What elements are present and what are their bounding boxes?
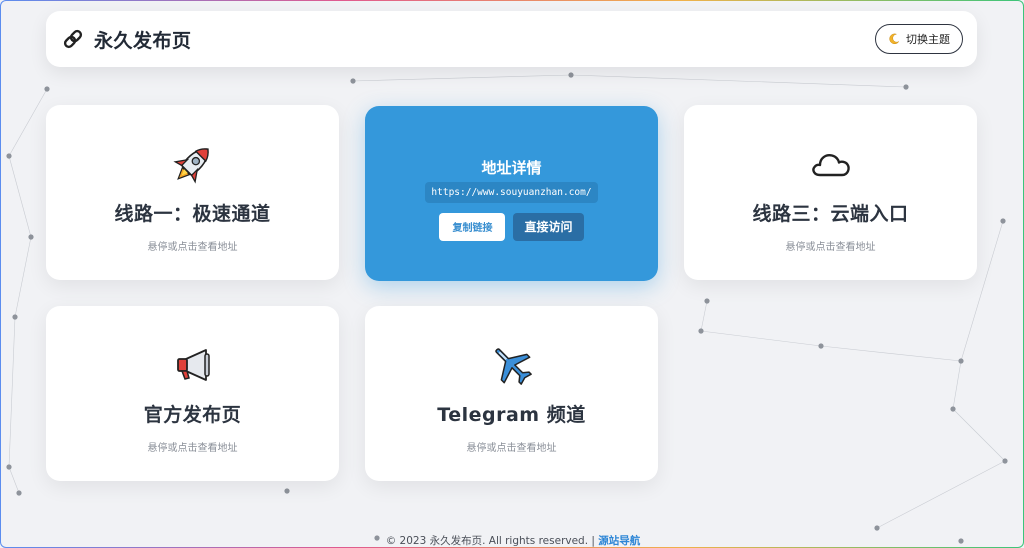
particle-dot: [704, 298, 710, 304]
footer-copyright: © 2023 永久发布页. All rights reserved. |: [385, 535, 595, 547]
particle-dot: [6, 464, 12, 470]
card-title: Telegram 频道: [437, 404, 586, 426]
particle-link: [820, 345, 962, 362]
particle-dot: [16, 490, 22, 496]
particle-link: [352, 74, 572, 82]
particle-dot: [12, 314, 18, 320]
particle-dot: [44, 86, 50, 92]
card-hint: 悬停或点击查看地址: [147, 242, 238, 253]
copy-link-button[interactable]: 复制链接: [439, 212, 506, 241]
link-icon: [63, 29, 83, 49]
particle-dot: [818, 343, 824, 349]
particle-link: [700, 300, 708, 332]
particle-dot: [874, 525, 880, 531]
theme-toggle-button[interactable]: 切换主题: [875, 24, 963, 54]
particle-dot: [284, 488, 290, 494]
brand: 永久发布页: [62, 26, 192, 53]
card-title: 线路三：云端入口: [752, 203, 909, 225]
particle-link: [570, 74, 907, 88]
particle-dot: [1000, 218, 1006, 224]
particle-link: [8, 466, 20, 494]
moon-icon: [889, 33, 900, 45]
particle-dot: [698, 328, 704, 334]
particle-dot: [568, 72, 574, 78]
cloud-icon: [811, 153, 850, 177]
route-card-2-detail[interactable]: 地址详情 https://www.souyuanzhan.com/ 复制链接 直…: [365, 106, 658, 281]
page-title: 永久发布页: [94, 29, 192, 52]
card-actions: 复制链接 直接访问: [439, 212, 584, 241]
route-card-4[interactable]: 官方发布页 悬停或点击查看地址: [46, 306, 339, 481]
card-title: 官方发布页: [143, 404, 242, 426]
route-card-1[interactable]: 线路一：极速通道 悬停或点击查看地址: [46, 105, 339, 280]
rocket-icon: [172, 148, 209, 184]
route-card-3[interactable]: 线路三：云端入口 悬停或点击查看地址: [684, 105, 977, 280]
visit-button[interactable]: 直接访问: [513, 212, 584, 241]
particle-link: [8, 316, 16, 468]
page-frame: 永久发布页 切换主题 线路一：极速通道 悬停或点击查看地址 地址详情 https…: [0, 0, 1024, 548]
particle-dot: [1002, 458, 1008, 464]
particle-link: [8, 155, 32, 238]
detail-title: 地址详情: [481, 158, 542, 177]
particle-link: [8, 88, 48, 157]
url-display: https://www.souyuanzhan.com/: [425, 181, 598, 203]
theme-toggle-label: 切换主题: [906, 33, 950, 46]
card-hint: 悬停或点击查看地址: [147, 443, 238, 454]
particle-dot: [958, 358, 964, 364]
particle-link: [700, 330, 822, 347]
particle-link: [952, 408, 1006, 462]
particle-link: [952, 360, 962, 410]
footer: © 2023 永久发布页. All rights reserved. | 源站导…: [1, 533, 1023, 547]
particle-link: [14, 236, 32, 318]
particle-link: [876, 460, 1006, 529]
airplane-icon: [494, 348, 532, 385]
megaphone-icon: [176, 349, 210, 381]
card-hint: 悬停或点击查看地址: [466, 443, 557, 454]
particle-dot: [903, 84, 909, 90]
particle-dot: [350, 78, 356, 84]
particle-dot: [28, 234, 34, 240]
card-title: 线路一：极速通道: [114, 203, 271, 225]
header-bar: 永久发布页 切换主题: [46, 11, 977, 67]
route-card-5[interactable]: Telegram 频道 悬停或点击查看地址: [365, 306, 658, 481]
particle-dot: [6, 153, 12, 159]
card-hint: 悬停或点击查看地址: [785, 242, 876, 253]
particle-dot: [950, 406, 956, 412]
source-nav-link[interactable]: 源站导航: [598, 535, 640, 547]
